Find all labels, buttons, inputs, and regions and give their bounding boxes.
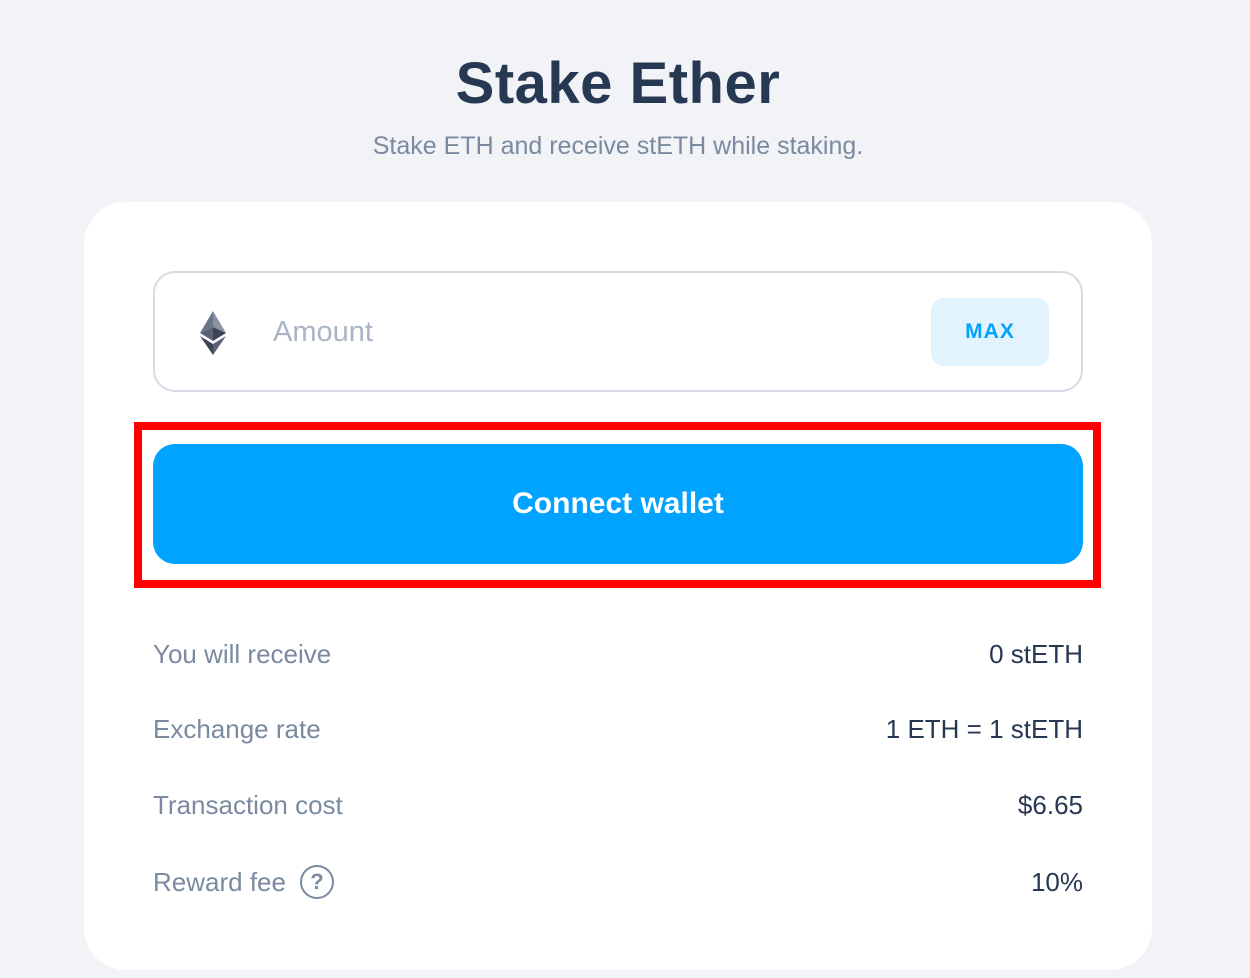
connect-wallet-button[interactable]: Connect wallet (153, 444, 1083, 564)
info-row-receive: You will receive 0 stETH (153, 634, 1083, 674)
info-label: Reward fee (153, 866, 286, 897)
info-row-exchange-rate: Exchange rate 1 ETH = 1 stETH (153, 709, 1083, 749)
info-row-transaction-cost: Transaction cost $6.65 (153, 785, 1083, 825)
info-value: 1 ETH = 1 stETH (885, 713, 1083, 744)
page-title: Stake Ether (455, 51, 781, 116)
max-button[interactable]: MAX (931, 298, 1049, 366)
help-icon[interactable]: ? (299, 865, 334, 899)
amount-input[interactable] (273, 301, 913, 363)
ethereum-icon (200, 311, 226, 355)
amount-field[interactable]: MAX (153, 271, 1083, 392)
info-label: Transaction cost (153, 789, 343, 820)
info-label-wrap: Reward fee ? (153, 865, 334, 899)
info-label: Exchange rate (153, 713, 321, 744)
info-value: 0 stETH (989, 638, 1083, 669)
info-label: You will receive (153, 638, 332, 669)
info-row-reward-fee: Reward fee ? 10% (153, 862, 1083, 902)
info-value: $6.65 (1017, 789, 1083, 820)
info-value: 10% (1030, 866, 1083, 897)
page-subtitle: Stake ETH and receive stETH while stakin… (372, 132, 864, 160)
